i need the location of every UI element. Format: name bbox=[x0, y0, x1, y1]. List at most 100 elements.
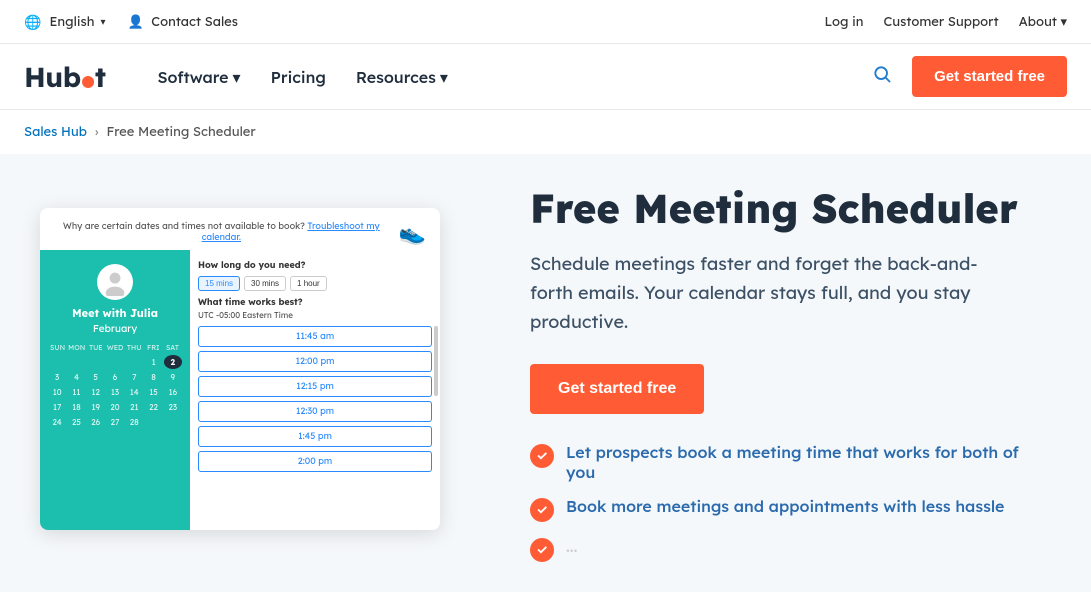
cal-day[interactable]: 14 bbox=[125, 385, 143, 399]
person-icon: 👤 bbox=[127, 14, 143, 30]
hero-title: Free Meeting Scheduler bbox=[530, 184, 1031, 232]
language-label: English bbox=[49, 14, 94, 30]
software-chevron-icon: ▾ bbox=[233, 67, 241, 87]
time-question: What time works best? bbox=[198, 297, 432, 308]
contact-sales-link[interactable]: 👤 Contact Sales bbox=[127, 14, 237, 30]
search-button[interactable] bbox=[872, 64, 892, 90]
login-link-top[interactable]: Log in bbox=[825, 14, 864, 30]
cal-day[interactable]: 25 bbox=[67, 415, 85, 429]
feature-list: ✓ Let prospects book a meeting time that… bbox=[530, 442, 1031, 562]
cal-day[interactable]: 9 bbox=[164, 370, 182, 384]
cal-day[interactable]: 7 bbox=[125, 370, 143, 384]
feature-item-3: ✓ ... bbox=[530, 536, 1031, 562]
logo[interactable]: Hub●t bbox=[24, 59, 106, 94]
feature-item-2: ✓ Book more meetings and appointments wi… bbox=[530, 496, 1031, 522]
cal-day bbox=[164, 415, 182, 429]
feature-text-2: Book more meetings and appointments with… bbox=[566, 496, 1004, 516]
nav-pricing[interactable]: Pricing bbox=[259, 59, 338, 95]
mockup-top-bar: Why are certain dates and times not avai… bbox=[40, 208, 440, 250]
nav-software[interactable]: Software ▾ bbox=[146, 59, 253, 95]
get-started-button-hero[interactable]: Get started free bbox=[530, 364, 704, 414]
calendar-month: February bbox=[48, 322, 182, 335]
time-slot-200pm[interactable]: 2:00 pm bbox=[198, 451, 432, 472]
cal-day[interactable]: 19 bbox=[87, 400, 105, 414]
duration-buttons: 15 mins 30 mins 1 hour bbox=[198, 276, 432, 291]
duration-question: How long do you need? bbox=[198, 260, 432, 271]
time-slot-1145am[interactable]: 11:45 am bbox=[198, 326, 432, 347]
about-link[interactable]: About ▾ bbox=[1019, 14, 1067, 30]
time-slot-145pm[interactable]: 1:45 pm bbox=[198, 426, 432, 447]
calendar-days-header: SUNMONTUEWEDTHUFRISAT bbox=[48, 343, 182, 352]
breadcrumb-separator: › bbox=[95, 124, 99, 140]
cal-day bbox=[87, 355, 105, 369]
cal-day bbox=[144, 415, 162, 429]
customer-support-link[interactable]: Customer Support bbox=[883, 14, 998, 30]
nav-right-icons: Get started free bbox=[872, 56, 1067, 97]
main-nav: Hub●t Software ▾ Pricing Resources ▾ Get… bbox=[0, 44, 1091, 110]
cal-day[interactable]: 1 bbox=[144, 355, 162, 369]
mockup-body: Meet with Julia February SUNMONTUEWEDTHU… bbox=[40, 250, 440, 530]
logo-text: Hub●t bbox=[24, 59, 106, 94]
meet-with-name: Meet with Julia bbox=[48, 306, 182, 320]
illustration-area: Why are certain dates and times not avai… bbox=[30, 188, 470, 558]
cal-day[interactable]: 13 bbox=[106, 385, 124, 399]
chevron-down-icon: ▾ bbox=[100, 15, 105, 28]
time-slots-container: 11:45 am 12:00 pm 12:15 pm 12:30 pm 1:45… bbox=[198, 326, 432, 472]
time-slot-1215pm[interactable]: 12:15 pm bbox=[198, 376, 432, 397]
cal-day[interactable]: 16 bbox=[164, 385, 182, 399]
breadcrumb: Sales Hub › Free Meeting Scheduler bbox=[0, 110, 1091, 154]
breadcrumb-current: Free Meeting Scheduler bbox=[107, 124, 256, 140]
time-slots-panel: How long do you need? 15 mins 30 mins 1 … bbox=[190, 250, 440, 530]
cal-day[interactable]: 18 bbox=[67, 400, 85, 414]
globe-icon: 🌐 bbox=[24, 13, 41, 31]
language-selector[interactable]: 🌐 English ▾ 👤 Contact Sales bbox=[24, 13, 238, 31]
feature-text-1: Let prospects book a meeting time that w… bbox=[566, 442, 1031, 482]
hero-text-area: Free Meeting Scheduler Schedule meetings… bbox=[530, 184, 1031, 562]
cal-day[interactable]: 27 bbox=[106, 415, 124, 429]
hero-section: Why are certain dates and times not avai… bbox=[0, 154, 1091, 592]
cal-day[interactable]: 8 bbox=[144, 370, 162, 384]
cal-day[interactable]: 15 bbox=[144, 385, 162, 399]
cal-day[interactable]: 11 bbox=[67, 385, 85, 399]
cal-day[interactable]: 10 bbox=[48, 385, 66, 399]
duration-30[interactable]: 30 mins bbox=[244, 276, 286, 291]
calendar-panel: Meet with Julia February SUNMONTUEWEDTHU… bbox=[40, 250, 190, 530]
cal-day[interactable]: 6 bbox=[106, 370, 124, 384]
breadcrumb-parent[interactable]: Sales Hub bbox=[24, 124, 87, 140]
cal-day[interactable]: 26 bbox=[87, 415, 105, 429]
cal-day bbox=[48, 355, 66, 369]
cal-day[interactable]: 21 bbox=[125, 400, 143, 414]
feature-text-3: ... bbox=[566, 536, 577, 556]
cal-day[interactable]: 3 bbox=[48, 370, 66, 384]
cal-day bbox=[106, 355, 124, 369]
cal-day bbox=[125, 355, 143, 369]
get-started-button-nav[interactable]: Get started free bbox=[912, 56, 1067, 97]
cal-day[interactable]: 12 bbox=[87, 385, 105, 399]
resources-chevron-icon: ▾ bbox=[440, 67, 448, 87]
check-icon-3: ✓ bbox=[530, 538, 554, 562]
cal-day[interactable]: 20 bbox=[106, 400, 124, 414]
top-bar-right: Log in Customer Support About ▾ bbox=[825, 14, 1067, 30]
duration-15[interactable]: 15 mins bbox=[198, 276, 240, 291]
duration-1hr[interactable]: 1 hour bbox=[290, 276, 327, 291]
cal-day[interactable]: 4 bbox=[67, 370, 85, 384]
user-avatar bbox=[97, 264, 133, 300]
cal-day[interactable]: 28 bbox=[125, 415, 143, 429]
sneaker-icon: 👟 bbox=[399, 218, 426, 246]
cal-day[interactable]: 17 bbox=[48, 400, 66, 414]
cal-day[interactable]: 5 bbox=[87, 370, 105, 384]
cal-day[interactable]: 22 bbox=[144, 400, 162, 414]
check-icon-2: ✓ bbox=[530, 498, 554, 522]
time-slot-1230pm[interactable]: 12:30 pm bbox=[198, 401, 432, 422]
time-slot-1200pm[interactable]: 12:00 pm bbox=[198, 351, 432, 372]
nav-resources[interactable]: Resources ▾ bbox=[344, 59, 460, 95]
cal-day bbox=[67, 355, 85, 369]
hero-subtitle: Schedule meetings faster and forget the … bbox=[530, 250, 1010, 336]
cal-day[interactable]: 24 bbox=[48, 415, 66, 429]
trouble-text: Why are certain dates and times not avai… bbox=[63, 221, 305, 232]
feature-item-1: ✓ Let prospects book a meeting time that… bbox=[530, 442, 1031, 482]
nav-items: Software ▾ Pricing Resources ▾ bbox=[146, 59, 873, 95]
cal-day[interactable]: 2 bbox=[164, 355, 182, 369]
cal-day[interactable]: 23 bbox=[164, 400, 182, 414]
timezone-label: UTC -05:00 Eastern Time bbox=[198, 310, 432, 320]
